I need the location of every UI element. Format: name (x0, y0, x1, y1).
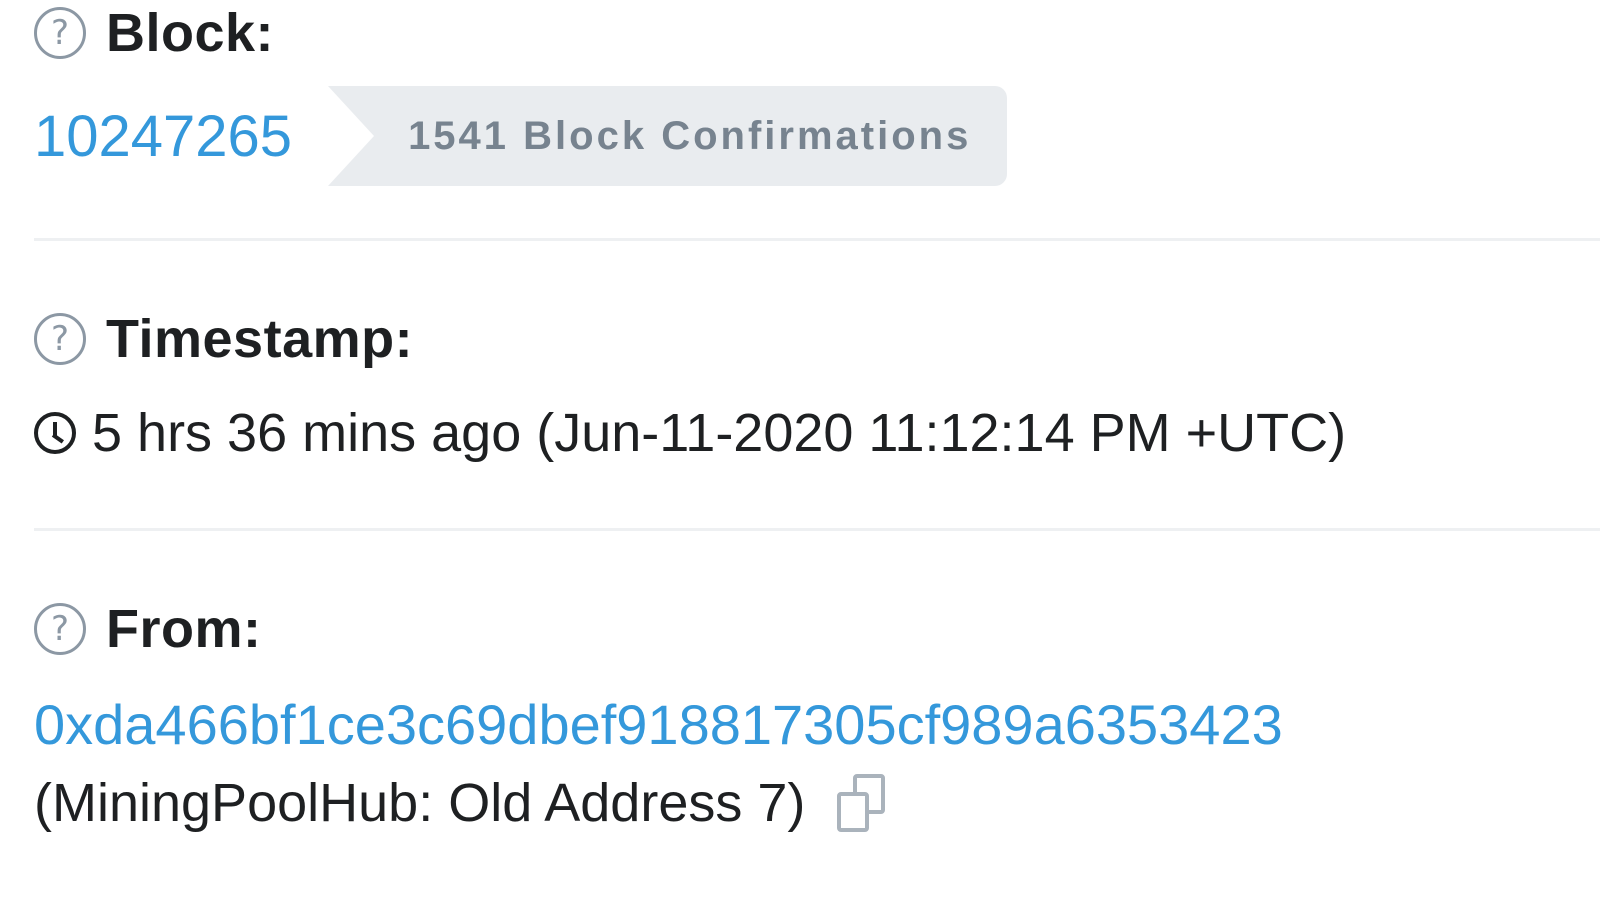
from-address-link[interactable]: 0xda466bf1ce3c69dbef918817305cf989a63534… (34, 692, 1283, 757)
confirmations-badge: 1541 Block Confirmations (328, 86, 1008, 186)
block-label-row: ? Block: (34, 2, 274, 64)
block-label: Block: (106, 3, 275, 63)
block-value-row: 10247265 1541 Block Confirmations (34, 86, 1008, 186)
question-circle-icon[interactable]: ? (34, 7, 86, 59)
transaction-details: ? Block: 10247265 1541 Block Confirmatio… (0, 0, 1600, 900)
clock-icon (34, 412, 76, 454)
from-name-tag: (MiningPoolHub: Old Address 7) (34, 773, 806, 833)
question-circle-icon[interactable]: ? (34, 603, 86, 655)
divider (34, 238, 1600, 241)
timestamp-value-row: 5 hrs 36 mins ago (Jun-11-2020 11:12:14 … (34, 402, 1346, 464)
from-label: From: (106, 599, 262, 659)
question-circle-icon[interactable]: ? (34, 313, 86, 365)
copy-icon[interactable] (835, 774, 887, 832)
from-name-tag-row: (MiningPoolHub: Old Address 7) (34, 772, 887, 834)
timestamp-label: Timestamp: (106, 309, 414, 369)
block-number-link[interactable]: 10247265 (34, 103, 292, 170)
copy-icon-front-sheet (837, 792, 870, 832)
timestamp-value: 5 hrs 36 mins ago (Jun-11-2020 11:12:14 … (92, 403, 1347, 463)
timestamp-label-row: ? Timestamp: (34, 308, 413, 370)
divider (34, 528, 1600, 531)
from-label-row: ? From: (34, 598, 261, 660)
